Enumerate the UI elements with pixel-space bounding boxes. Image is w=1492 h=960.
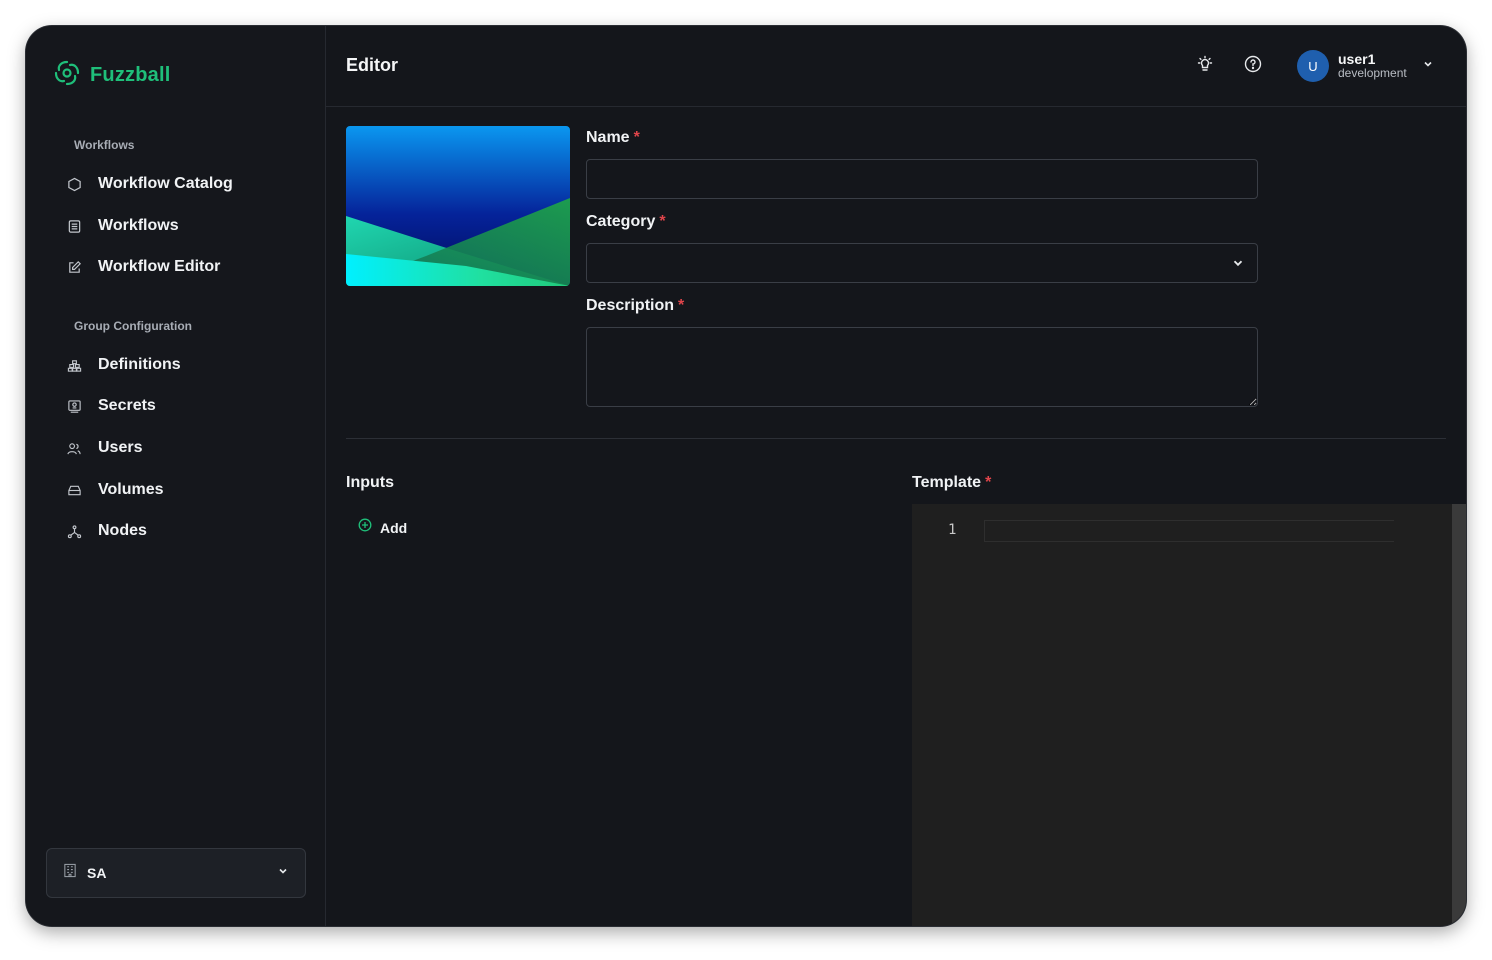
required-marker: * xyxy=(678,297,685,314)
sidebar-item-label: Definitions xyxy=(98,356,181,373)
hexagon-icon xyxy=(66,176,82,192)
template-title: Template * xyxy=(912,474,991,492)
section-divider xyxy=(346,438,1446,439)
logo[interactable]: Fuzzball xyxy=(52,58,171,93)
code-line-current[interactable] xyxy=(984,520,1394,542)
edit-icon xyxy=(66,259,82,275)
sidebar-item-label: Workflow Editor xyxy=(98,258,221,275)
editor-scrollbar[interactable] xyxy=(1452,504,1466,926)
app-window: Fuzzball Workflows Workflow Catalog Work… xyxy=(26,26,1466,926)
building-icon xyxy=(63,863,77,883)
sidebar-item-users[interactable]: Users xyxy=(62,431,302,465)
add-input-button[interactable]: Add xyxy=(358,518,407,537)
sidebar-item-definitions[interactable]: Definitions xyxy=(62,348,302,382)
workflow-form: Name * Category * Description * xyxy=(586,126,1258,407)
sidebar-item-secrets[interactable]: Secrets xyxy=(62,389,302,423)
plus-circle-icon xyxy=(358,518,372,537)
avatar: U xyxy=(1297,50,1329,82)
name-label: Name * xyxy=(586,129,1258,153)
description-textarea[interactable] xyxy=(586,327,1258,407)
app-name: Fuzzball xyxy=(90,64,171,86)
sidebar-item-label: Users xyxy=(98,439,143,456)
description-label-text: Description xyxy=(586,297,675,314)
template-title-text: Template xyxy=(912,474,982,491)
sidebar-item-label: Workflows xyxy=(98,217,179,234)
name-label-text: Name xyxy=(586,129,630,146)
workflow-thumbnail[interactable] xyxy=(346,126,570,286)
section-title-group-configuration: Group Configuration xyxy=(74,319,192,333)
required-marker: * xyxy=(633,129,640,146)
sidebar-item-workflow-catalog[interactable]: Workflow Catalog xyxy=(62,167,302,201)
add-input-label: Add xyxy=(380,519,408,536)
category-select[interactable] xyxy=(586,243,1258,283)
help-circle-icon xyxy=(1244,55,1262,78)
sidebar-item-label: Nodes xyxy=(98,522,147,539)
drive-icon xyxy=(66,482,82,498)
chevron-down-icon xyxy=(1231,256,1245,273)
inputs-title: Inputs xyxy=(346,474,394,491)
nodes-icon xyxy=(66,523,82,539)
lightbulb-icon xyxy=(1196,55,1214,78)
required-marker: * xyxy=(659,213,666,230)
user-info: user1 development xyxy=(1338,50,1407,81)
user-menu[interactable]: U user1 development xyxy=(1297,50,1434,82)
section-title-workflows: Workflows xyxy=(74,138,135,152)
sidebar-item-label: Workflow Catalog xyxy=(98,175,233,192)
line-number: 1 xyxy=(948,522,957,538)
sidebar: Fuzzball Workflows Workflow Catalog Work… xyxy=(26,26,326,926)
users-icon xyxy=(66,440,82,456)
required-marker: * xyxy=(985,474,992,491)
sidebar-item-workflow-editor[interactable]: Workflow Editor xyxy=(62,250,302,284)
sidebar-item-volumes[interactable]: Volumes xyxy=(62,473,302,507)
main-content: Editor U user1 development Name * Catego… xyxy=(326,26,1466,926)
category-label-text: Category xyxy=(586,213,656,230)
chevron-down-icon xyxy=(277,864,289,882)
user-name: user1 xyxy=(1338,50,1376,67)
key-icon xyxy=(66,398,82,414)
name-input[interactable] xyxy=(586,159,1258,199)
sidebar-item-workflows[interactable]: Workflows xyxy=(62,209,302,243)
description-label: Description * xyxy=(586,297,1258,321)
chevron-down-icon xyxy=(1422,57,1434,75)
fuzzball-logo-icon xyxy=(52,58,82,93)
list-icon xyxy=(66,218,82,234)
user-environment: development xyxy=(1338,66,1407,81)
stack-icon xyxy=(66,357,82,373)
category-label: Category * xyxy=(586,213,1258,237)
organization-select[interactable]: SA xyxy=(46,848,306,898)
sidebar-item-nodes[interactable]: Nodes xyxy=(62,514,302,548)
sidebar-item-label: Volumes xyxy=(98,481,164,498)
header: Editor U user1 development xyxy=(326,26,1466,107)
help-button[interactable] xyxy=(1243,55,1263,78)
page-title: Editor xyxy=(346,55,398,75)
theme-toggle-button[interactable] xyxy=(1195,55,1215,78)
organization-label: SA xyxy=(87,865,107,881)
sidebar-item-label: Secrets xyxy=(98,397,156,414)
template-code-editor[interactable]: 1 xyxy=(912,504,1466,926)
